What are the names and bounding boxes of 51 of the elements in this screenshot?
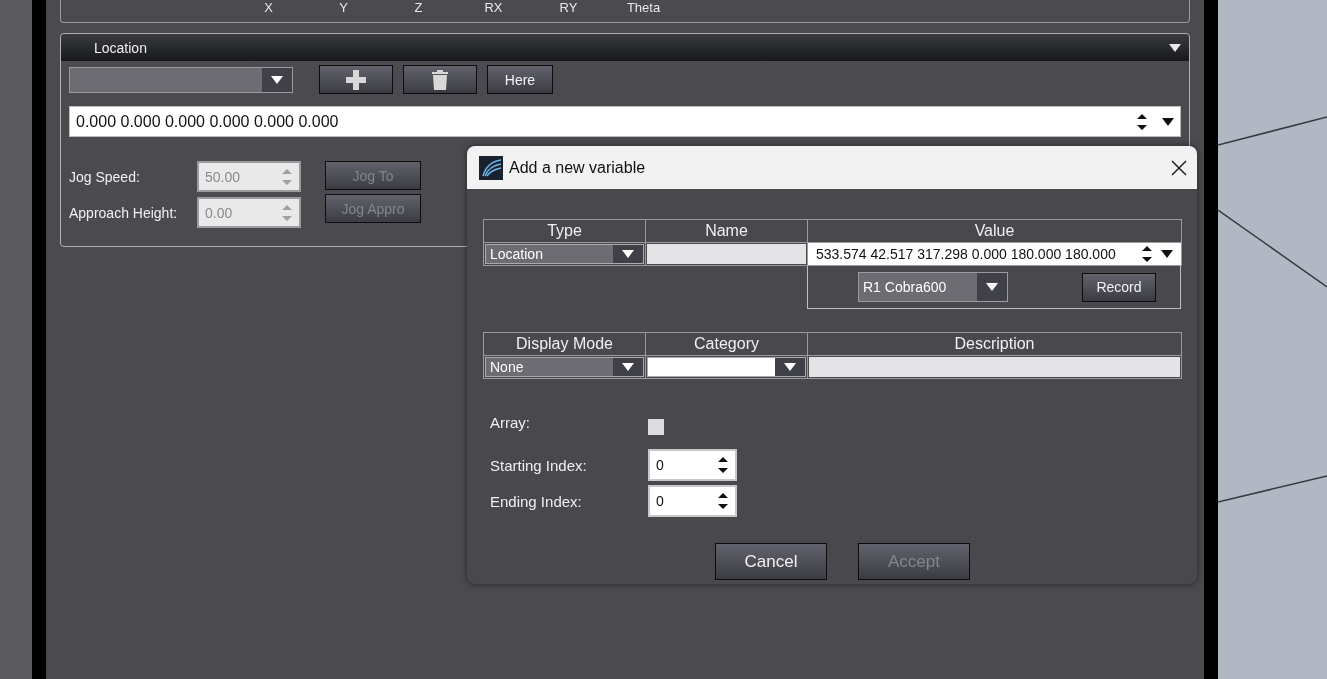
record-button[interactable]: Record <box>1082 272 1156 302</box>
value-field[interactable]: 533.574 42.517 317.298 0.000 180.000 180.000 <box>808 243 1181 265</box>
trash-icon <box>432 69 448 90</box>
axis-label: RX <box>483 1 504 17</box>
robot-dropdown[interactable]: R1 Cobra600 <box>858 272 1008 302</box>
spinner-arrows-icon[interactable] <box>1136 112 1148 131</box>
type-dropdown[interactable]: Location <box>485 244 644 264</box>
field-label: Ending Index: <box>490 492 583 510</box>
app-logo-icon <box>479 155 503 180</box>
delete-button[interactable] <box>403 65 477 94</box>
caret-icon <box>1161 250 1173 258</box>
display-mode-dropdown[interactable]: None <box>485 357 644 377</box>
spinner-arrows-icon[interactable] <box>1141 245 1153 263</box>
axis-label: X <box>263 1 274 17</box>
close-icon[interactable] <box>1171 159 1187 176</box>
index-field[interactable]: 0 <box>648 485 737 517</box>
spinner-arrows-icon[interactable] <box>717 456 729 474</box>
axis-label: Theta <box>625 1 662 17</box>
caret-icon <box>622 250 634 258</box>
field-label: Jog Speed: <box>69 168 141 185</box>
axis-label: RY <box>558 1 579 17</box>
location-dropdown[interactable] <box>69 66 293 93</box>
array-checkbox[interactable] <box>648 419 664 435</box>
column-header: Category <box>646 333 808 356</box>
plus-icon <box>346 69 366 90</box>
caret-icon <box>622 363 634 371</box>
axis-label: Y <box>338 1 349 17</box>
description-field[interactable] <box>809 357 1180 377</box>
caret-icon <box>271 75 283 84</box>
column-header: Display Mode <box>484 333 646 356</box>
dialog-button[interactable]: Cancel <box>715 543 827 580</box>
here-button[interactable]: Here <box>487 65 553 94</box>
caret-icon <box>784 363 796 371</box>
field-label: Starting Index: <box>490 456 588 474</box>
location-value-field[interactable]: 0.000 0.000 0.000 0.000 0.000 0.000 <box>69 106 1181 137</box>
column-header: Description <box>808 333 1182 356</box>
field-label: Approach Height: <box>69 204 179 221</box>
caret-icon <box>986 283 998 291</box>
array-label: Array: <box>490 413 531 431</box>
category-dropdown[interactable] <box>647 357 806 377</box>
dialog-title: Add a new variable <box>509 158 647 177</box>
panel-title: Location <box>94 39 147 56</box>
axis-label: Z <box>413 1 424 17</box>
add-button[interactable] <box>319 65 393 94</box>
collapse-icon <box>1169 43 1181 52</box>
name-field[interactable] <box>647 244 806 264</box>
column-header: Type <box>484 220 646 243</box>
spinner-arrows-icon[interactable] <box>717 492 729 510</box>
index-field[interactable]: 0 <box>648 449 737 481</box>
column-header: Name <box>646 220 808 243</box>
caret-icon <box>1162 117 1174 126</box>
